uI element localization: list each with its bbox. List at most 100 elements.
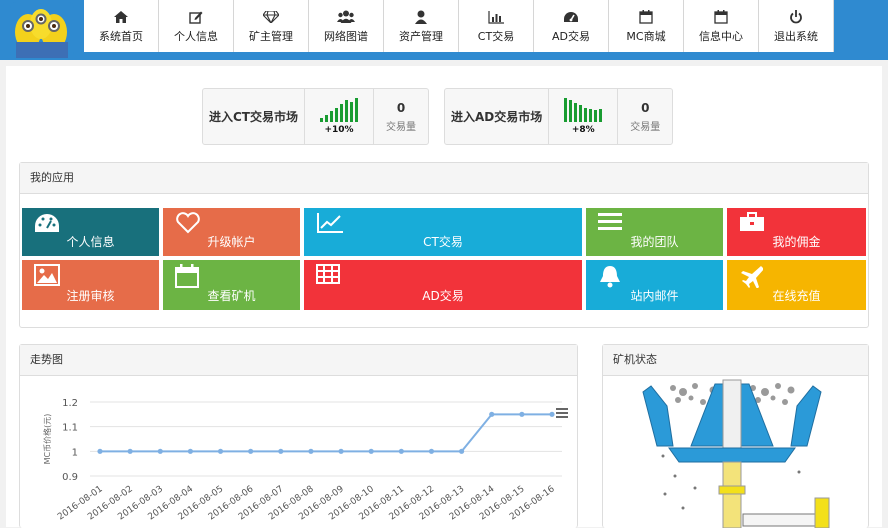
data-point	[187, 448, 193, 454]
tile-label: AD交易	[422, 289, 464, 303]
main-nav: 系统首页 个人信息 矿主管理 网络图谱 资产管理 CT交易 AD交易 MC商城	[84, 0, 834, 52]
diamond-icon	[263, 8, 279, 26]
nav-profile[interactable]: 个人信息	[159, 0, 234, 52]
nav-network[interactable]: 网络图谱	[309, 0, 384, 52]
nav-label: 网络图谱	[324, 30, 368, 43]
y-tick-label: 1	[72, 447, 78, 458]
data-point	[97, 448, 103, 454]
calendar-icon	[714, 8, 728, 26]
apps-panel: 我的应用 个人信息 升级帐户 CT交易 我的团队 我的佣金 注册审核 查看矿机	[19, 162, 869, 328]
nav-label: 矿主管理	[249, 30, 293, 43]
tile-profile[interactable]: 个人信息	[22, 208, 159, 256]
tile-upgrade[interactable]: 升级帐户	[163, 208, 300, 256]
volume-value: 0	[641, 100, 650, 115]
spark-bar	[345, 100, 348, 122]
spark-bar	[589, 109, 593, 122]
spark-bar	[569, 100, 573, 122]
plane-icon	[739, 264, 764, 291]
data-point	[127, 448, 133, 454]
miner-status-panel: 矿机状态	[602, 344, 869, 528]
spark-bar	[594, 110, 598, 122]
logo	[10, 2, 74, 58]
top-bar: 系统首页 个人信息 矿主管理 网络图谱 资产管理 CT交易 AD交易 MC商城	[0, 0, 888, 60]
ct-market-widget[interactable]: 进入CT交易市场 +10% 0 交易量	[202, 88, 429, 145]
market-sparkbars: +10%	[305, 89, 374, 144]
nav-label: 个人信息	[174, 30, 218, 43]
nav-ad-trade[interactable]: AD交易	[534, 0, 609, 52]
tile-label: 站内邮件	[630, 289, 679, 303]
market-title[interactable]: 进入CT交易市场	[203, 89, 305, 144]
tile-recharge[interactable]: 在线充值	[727, 260, 866, 310]
data-point	[308, 448, 314, 454]
nav-assets[interactable]: 资产管理	[384, 0, 459, 52]
market-title[interactable]: 进入AD交易市场	[445, 89, 550, 144]
market-volume: 0 交易量	[618, 89, 672, 144]
ad-market-widget[interactable]: 进入AD交易市场 +8% 0 交易量	[444, 88, 674, 145]
spark-bar	[350, 102, 353, 122]
tile-view-miners[interactable]: 查看矿机	[163, 260, 300, 310]
tile-label: 我的佣金	[772, 235, 821, 249]
nav-label: AD交易	[552, 30, 590, 43]
market-change: +10%	[324, 125, 354, 135]
spark-bars	[320, 98, 358, 122]
tile-messages[interactable]: 站内邮件	[586, 260, 723, 310]
nav-label: 资产管理	[399, 30, 443, 43]
picture-icon	[34, 264, 60, 289]
market-change: +8%	[571, 125, 595, 135]
tile-ad-trade[interactable]: AD交易	[304, 260, 582, 310]
spark-bar	[335, 108, 338, 122]
tile-registration-review[interactable]: 注册审核	[22, 260, 159, 310]
briefcase-icon	[739, 212, 765, 235]
spark-bar	[320, 118, 323, 122]
data-point	[489, 411, 495, 417]
nav-logout[interactable]: 退出系统	[759, 0, 834, 52]
miner-title: 矿机状态	[603, 345, 868, 376]
volume-label: 交易量	[386, 121, 416, 133]
edit-icon	[189, 8, 203, 26]
tile-label: 我的团队	[630, 235, 679, 249]
series-line	[100, 413, 552, 453]
dashboard-icon	[563, 8, 579, 26]
menu-icon[interactable]	[556, 408, 568, 418]
nav-mc-mall[interactable]: MC商城	[609, 0, 684, 52]
bell-icon	[598, 264, 622, 291]
data-point	[217, 448, 224, 454]
spark-bar	[340, 104, 343, 122]
bar-chart-icon	[488, 8, 504, 26]
tile-commission[interactable]: 我的佣金	[727, 208, 866, 256]
spark-bar	[330, 111, 333, 122]
tile-my-team[interactable]: 我的团队	[586, 208, 723, 256]
spark-bar	[599, 109, 603, 122]
data-point	[549, 411, 555, 417]
nav-info-center[interactable]: 信息中心	[684, 0, 759, 52]
main-content: 进入CT交易市场 +10% 0 交易量 进入AD交易市场 +8% 0 交易量 我…	[6, 66, 882, 528]
tile-label: 个人信息	[66, 235, 115, 249]
data-point	[519, 411, 525, 417]
crusher-machine-illustration	[642, 379, 830, 528]
data-point	[278, 448, 284, 454]
nav-label: 退出系统	[774, 30, 818, 43]
nav-ct-trade[interactable]: CT交易	[459, 0, 534, 52]
market-sparkbars: +8%	[549, 89, 619, 144]
home-icon	[114, 8, 128, 26]
tile-ct-trade[interactable]: CT交易	[304, 208, 582, 256]
volume-value: 0	[396, 100, 406, 115]
tile-label: 注册审核	[66, 289, 115, 303]
line-chart-icon	[316, 212, 344, 237]
nav-label: CT交易	[477, 30, 515, 43]
y-tick-label: 1.1	[62, 423, 78, 434]
user-icon	[414, 8, 428, 26]
spark-bar	[355, 98, 358, 122]
nav-label: 信息中心	[699, 30, 743, 43]
trend-line-chart: 1.21.110.9MC币价格(元)2016-08-012016-08-0220…	[42, 398, 568, 522]
data-point	[459, 448, 465, 454]
apps-title: 我的应用	[20, 163, 868, 194]
y-tick-label: 1.2	[62, 398, 78, 409]
nav-home[interactable]: 系统首页	[84, 0, 159, 52]
tile-label: 在线充值	[772, 289, 821, 303]
nav-miner-manage[interactable]: 矿主管理	[234, 0, 309, 52]
users-icon	[337, 8, 355, 26]
spark-bar	[584, 108, 588, 122]
heart-icon	[175, 212, 201, 237]
dashboard-icon	[34, 212, 60, 237]
